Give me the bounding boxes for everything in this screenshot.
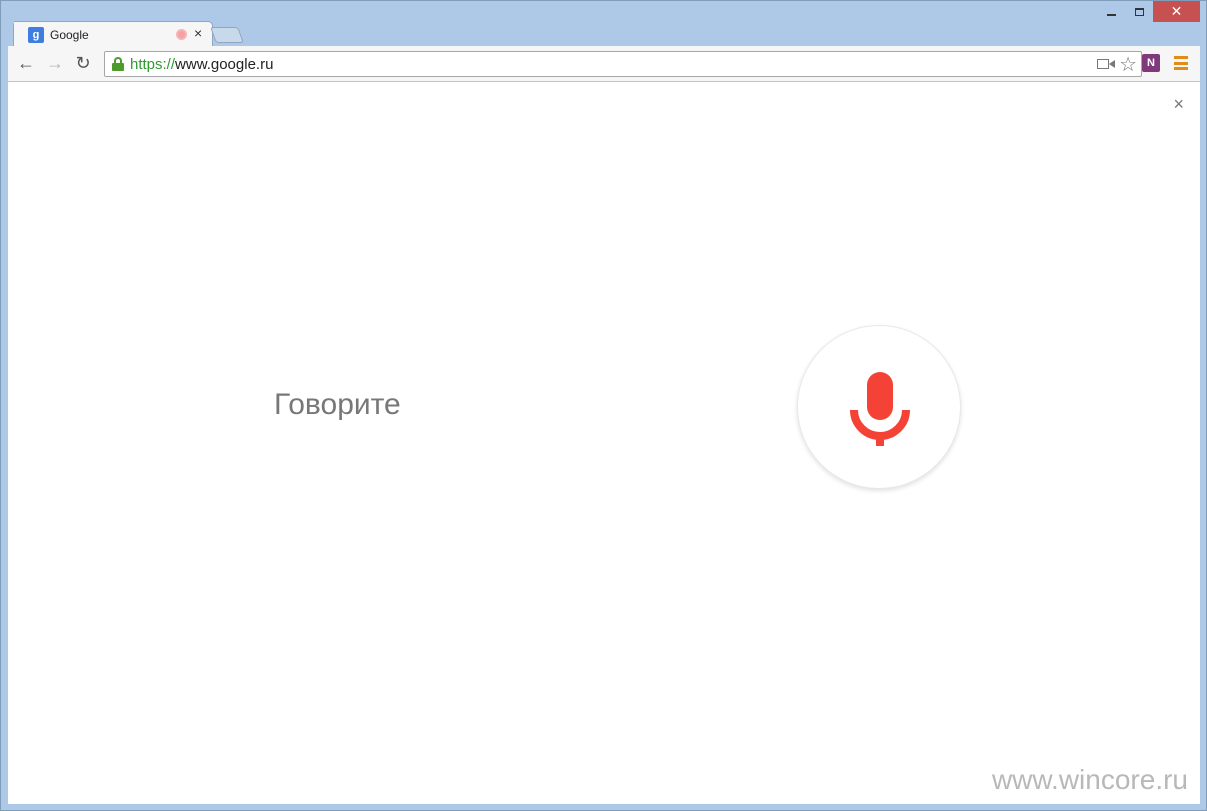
lock-icon [112,57,124,71]
url-text[interactable]: https://www.google.ru [130,56,273,73]
address-bar[interactable]: https://www.google.ru ☆ [104,51,1142,77]
browser-toolbar: ← → ↻ https://www.google.ru ☆ N [8,46,1200,82]
page-content: × Говорите www.wincore.ru [8,82,1200,804]
close-window-button[interactable]: ✕ [1153,1,1200,22]
minimize-button[interactable] [1097,1,1125,22]
microphone-button[interactable] [797,325,961,489]
browser-window: ✕ g Google × ← → ↻ https://www.google.ru… [0,0,1207,811]
url-host: www.google.ru [175,56,274,73]
voice-search-close-button[interactable]: × [1173,94,1184,115]
camera-icon[interactable] [1097,58,1115,70]
tab-title: Google [50,28,89,42]
tab-google[interactable]: g Google × [13,21,213,47]
star-icon[interactable]: ☆ [1119,52,1137,77]
maximize-button[interactable] [1125,1,1153,22]
tab-strip: g Google × [9,21,409,47]
window-controls: ✕ [1097,1,1200,23]
google-favicon-icon: g [28,27,44,43]
menu-icon[interactable] [1174,56,1188,70]
watermark: www.wincore.ru [991,764,1188,795]
back-button[interactable]: ← [15,53,37,73]
microphone-icon [850,372,910,446]
reload-button[interactable]: ↻ [72,53,94,73]
url-scheme: https:// [130,56,176,73]
tab-close-button[interactable]: × [194,25,202,41]
forward-button[interactable]: → [44,53,66,73]
onenote-icon[interactable]: N [1142,54,1160,72]
recording-indicator-icon [176,29,187,40]
new-tab-button[interactable] [210,27,244,43]
voice-prompt: Говорите [274,388,401,421]
